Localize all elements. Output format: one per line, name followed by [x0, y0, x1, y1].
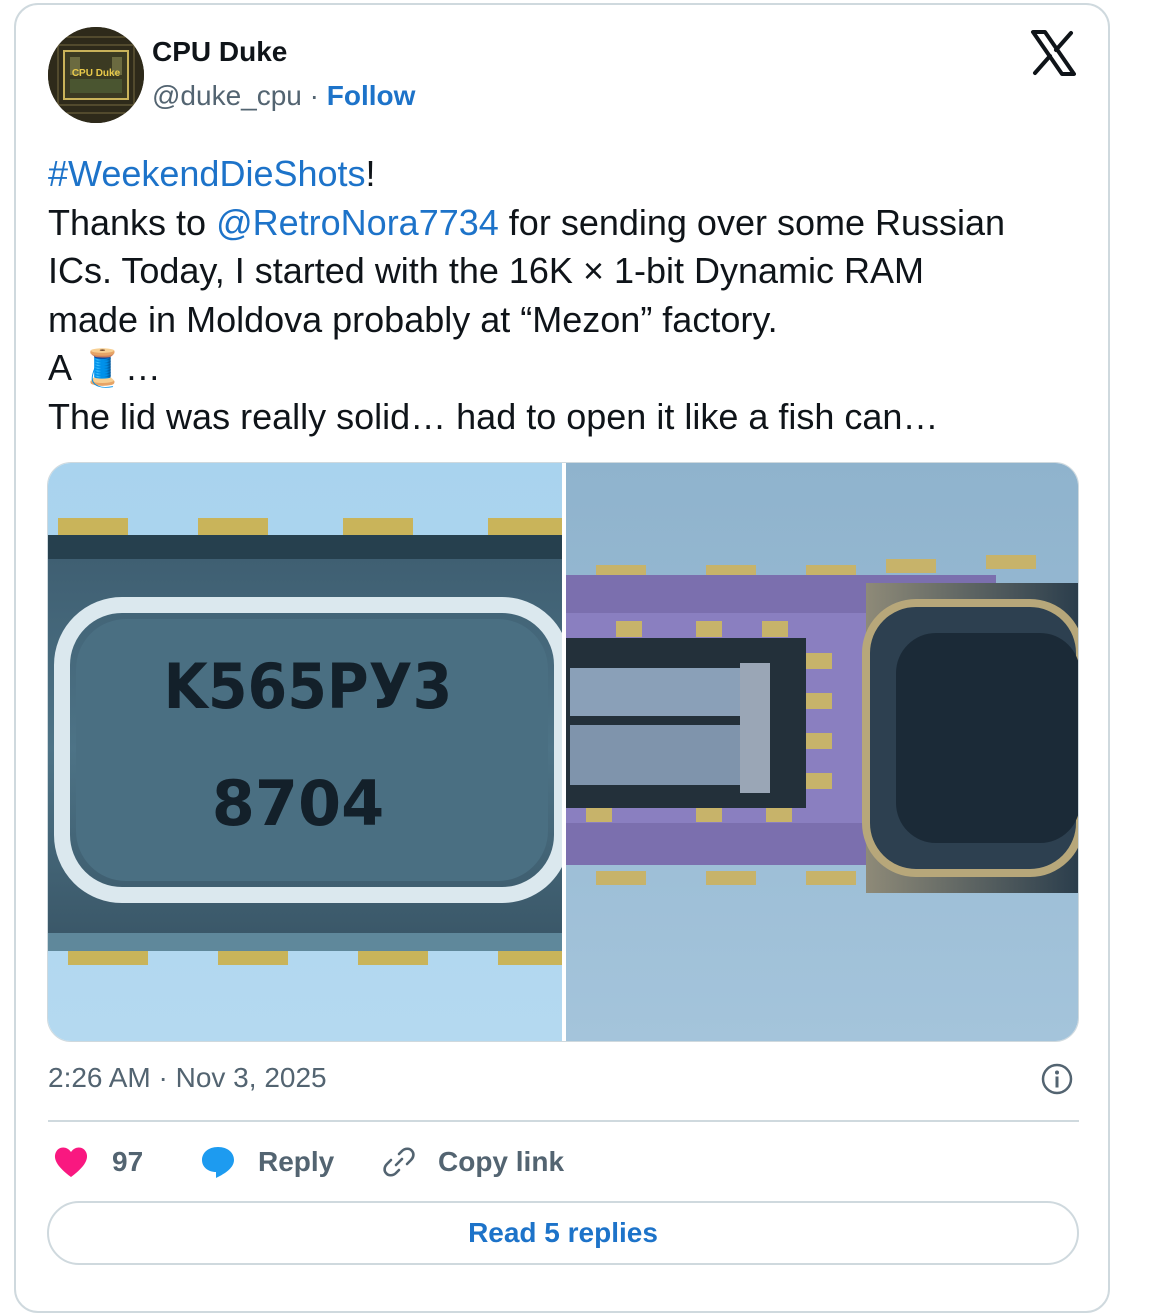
- tweet-line-3: ICs. Today, I started with the 16K × 1-b…: [48, 250, 925, 291]
- chip-marking-line2: 8704: [212, 767, 385, 840]
- tweet-line-4: made in Moldova probably at “Mezon” fact…: [48, 298, 778, 340]
- divider: [48, 1120, 1079, 1122]
- chip-lid-photo[interactable]: K565PУ3 8704: [48, 463, 570, 1041]
- tweet-line-5: A 🧵…: [48, 344, 1098, 393]
- read-replies-button[interactable]: Read 5 replies: [47, 1201, 1079, 1265]
- line5-prefix: A: [48, 347, 81, 388]
- author-handle-line: @duke_cpu · Follow: [152, 80, 415, 112]
- thread-emoji: 🧵: [80, 347, 125, 388]
- link-icon: [382, 1145, 416, 1179]
- tweet-line-1: #WeekendDieShots!: [48, 150, 1098, 199]
- tweet-timestamp[interactable]: 2:26 AM · Nov 3, 2025: [48, 1062, 327, 1094]
- copy-link-label: Copy link: [438, 1146, 565, 1177]
- follow-button[interactable]: Follow: [327, 80, 416, 111]
- reply-button[interactable]: Reply: [200, 1140, 334, 1184]
- line2-suffix: for sending over some Russian: [498, 201, 1006, 243]
- avatar-text: CPU Duke: [72, 68, 121, 79]
- like-count: 97: [112, 1146, 144, 1177]
- tweet-text: #WeekendDieShots! Thanks to @RetroNora77…: [48, 150, 1098, 441]
- x-logo-icon[interactable]: [1030, 30, 1076, 76]
- author-handle[interactable]: @duke_cpu: [152, 80, 302, 111]
- mention-link[interactable]: @RetroNora7734: [216, 202, 499, 243]
- hashtag-suffix: !: [365, 153, 376, 194]
- media-grid: K565PУ3 8704: [47, 462, 1079, 1042]
- heart-icon: [52, 1145, 90, 1179]
- speech-bubble-icon: [200, 1145, 236, 1179]
- avatar[interactable]: CPU Duke: [48, 27, 144, 123]
- info-icon[interactable]: [1040, 1062, 1074, 1096]
- tweet-line-6: The lid was really solid… had to open it…: [48, 395, 939, 437]
- like-button[interactable]: 97: [52, 1140, 143, 1184]
- chip-marking-line1: K565PУ3: [164, 652, 453, 724]
- opened-chip-die-photo[interactable]: [566, 463, 1078, 1041]
- copy-link-button[interactable]: Copy link: [382, 1140, 564, 1184]
- author-name[interactable]: CPU Duke: [152, 36, 287, 68]
- reply-label: Reply: [258, 1146, 335, 1177]
- line5-suffix: …: [124, 347, 161, 388]
- hashtag-link[interactable]: #WeekendDieShots: [48, 153, 366, 194]
- line2-prefix: Thanks to: [48, 201, 217, 243]
- handle-separator: ·: [309, 80, 319, 111]
- tweet-line-2: Thanks to @RetroNora7734 for sending ove…: [48, 199, 1098, 248]
